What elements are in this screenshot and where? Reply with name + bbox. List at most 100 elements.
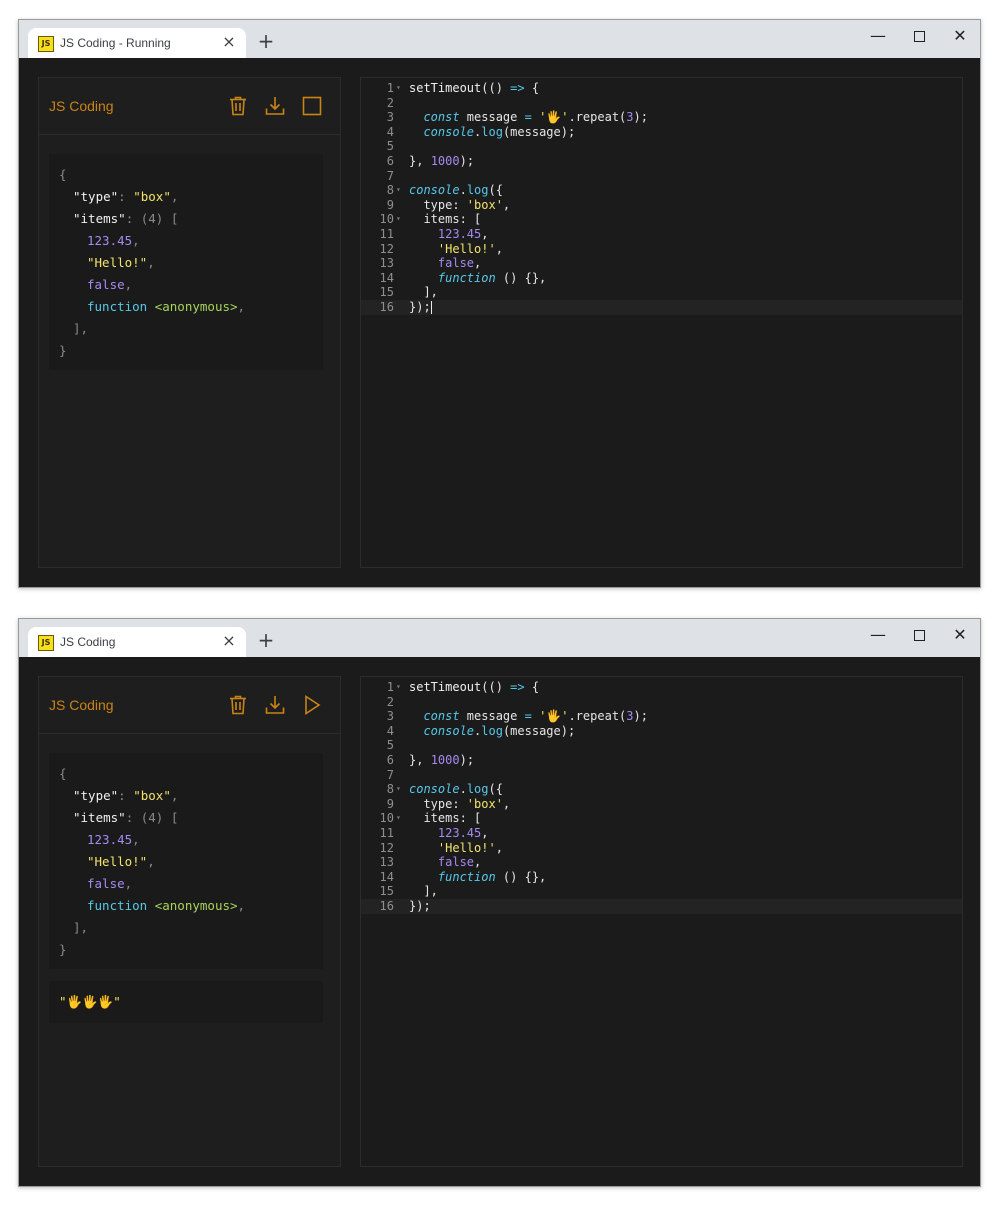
output-line: "type": "box", xyxy=(49,186,323,208)
line-number: 2 xyxy=(386,694,394,709)
code-token: , xyxy=(474,855,482,870)
output-token: { xyxy=(59,167,67,182)
text-cursor xyxy=(430,300,432,314)
code-text: false, xyxy=(409,256,481,271)
code-token: (message); xyxy=(502,723,576,738)
js-favicon-icon: JS xyxy=(38,635,54,651)
line-number: 11 xyxy=(379,226,394,241)
code-token: message xyxy=(459,709,525,724)
line-number: 9 xyxy=(386,197,394,212)
maximize-button[interactable] xyxy=(905,624,933,646)
browser-tab[interactable]: JS JS Coding × xyxy=(28,627,246,657)
code-token: 3 xyxy=(626,709,634,724)
close-window-button[interactable]: ✕ xyxy=(946,624,974,646)
line-number: 15 xyxy=(379,285,394,300)
code-editor[interactable]: 1 ▾ setTimeout(() => {2 3 const message = '… xyxy=(360,676,963,1167)
output-panel: JS Coding{"type": "box", "items": (4) [12… xyxy=(38,77,341,568)
line-number: 12 xyxy=(379,241,394,256)
trash-icon[interactable] xyxy=(226,693,250,717)
output-line: } xyxy=(49,939,323,961)
output-token: { xyxy=(59,766,67,781)
code-token: }, xyxy=(409,752,431,767)
code-token: ); xyxy=(459,752,475,767)
fold-toggle-icon[interactable]: ▾ xyxy=(396,81,401,96)
output-line: 123.45, xyxy=(49,829,323,851)
line-number: 5 xyxy=(386,738,394,753)
fold-toggle-icon[interactable]: ▾ xyxy=(396,183,401,198)
line-number: 6 xyxy=(386,153,394,168)
stop-icon[interactable] xyxy=(300,94,324,118)
panel-title: JS Coding xyxy=(49,98,114,114)
code-token: , xyxy=(495,840,503,855)
code-line: 2 xyxy=(361,695,962,710)
code-line: 8 ▾ console.log({ xyxy=(361,782,962,797)
code-line: 10 ▾ items: [ xyxy=(361,811,962,826)
app-window: JS JS Coding - Running × + — ✕ JS Coding {"type… xyxy=(18,19,981,588)
output-token: : xyxy=(118,788,134,803)
line-number: 3 xyxy=(386,110,394,125)
download-icon[interactable] xyxy=(263,94,287,118)
fold-toggle-icon[interactable]: ▾ xyxy=(396,811,401,826)
code-line: 11 123.45, xyxy=(361,227,962,242)
code-token: log xyxy=(481,723,503,738)
trash-icon[interactable] xyxy=(226,94,250,118)
output-token: , xyxy=(237,299,246,314)
line-number: 1 xyxy=(386,81,394,95)
code-editor[interactable]: 1 ▾ setTimeout(() => {2 3 const message = '… xyxy=(360,77,963,568)
output-token: "Hello!" xyxy=(87,255,148,270)
play-icon[interactable] xyxy=(300,693,324,717)
minimize-button[interactable]: — xyxy=(864,25,892,47)
code-token: . xyxy=(459,183,467,198)
line-number: 13 xyxy=(379,855,394,870)
tab-close-icon[interactable]: × xyxy=(220,632,238,650)
code-token: setTimeout xyxy=(409,81,482,95)
output-token: "box" xyxy=(133,788,171,803)
output-line: "Hello!", xyxy=(49,851,323,873)
line-number: 12 xyxy=(379,840,394,855)
line-number: 2 xyxy=(386,95,394,110)
code-token: . xyxy=(459,782,467,797)
code-token: 123.45 xyxy=(437,226,482,241)
browser-tab[interactable]: JS JS Coding - Running × xyxy=(28,28,246,58)
fold-toggle-icon[interactable]: ▾ xyxy=(396,680,401,695)
code-token: type: xyxy=(409,197,467,212)
code-token: (message); xyxy=(502,124,576,139)
maximize-button[interactable] xyxy=(905,25,933,47)
code-token: , xyxy=(474,256,482,271)
code-token: .repeat( xyxy=(568,709,627,724)
output-token: "box" xyxy=(133,189,171,204)
fold-toggle-icon[interactable]: ▾ xyxy=(396,782,401,797)
panel-header: JS Coding xyxy=(39,677,340,734)
code-line: 9 type: 'box', xyxy=(361,198,962,213)
line-number: 10 xyxy=(379,212,394,227)
code-token: function xyxy=(437,270,496,285)
code-line: 4 console.log(message); xyxy=(361,724,962,739)
fold-toggle-icon[interactable]: ▾ xyxy=(396,212,401,227)
tab-title: JS Coding - Running xyxy=(60,36,171,50)
tab-close-icon[interactable]: × xyxy=(220,33,238,51)
code-line: 5 xyxy=(361,139,962,154)
line-number: 11 xyxy=(379,825,394,840)
code-token: }); xyxy=(409,898,431,913)
minimize-button[interactable]: — xyxy=(864,624,892,646)
output-line: function <anonymous>, xyxy=(49,296,323,318)
code-token: ({ xyxy=(488,183,503,198)
download-icon[interactable] xyxy=(263,693,287,717)
output-token: : xyxy=(125,810,141,825)
code-text: type: 'box', xyxy=(409,797,510,812)
code-token: , xyxy=(481,825,489,840)
new-tab-button[interactable]: + xyxy=(256,31,276,51)
output-token: , xyxy=(132,233,140,248)
code-token: const xyxy=(423,709,460,724)
output-token: ], xyxy=(73,920,89,935)
close-window-button[interactable]: ✕ xyxy=(946,25,974,47)
new-tab-button[interactable]: + xyxy=(256,630,276,650)
line-number: 9 xyxy=(386,796,394,811)
app-window: JS JS Coding × + — ✕ JS Coding{"type": "box", "… xyxy=(18,618,981,1187)
code-token: type: xyxy=(409,796,467,811)
code-line: 15 ], xyxy=(361,285,962,300)
